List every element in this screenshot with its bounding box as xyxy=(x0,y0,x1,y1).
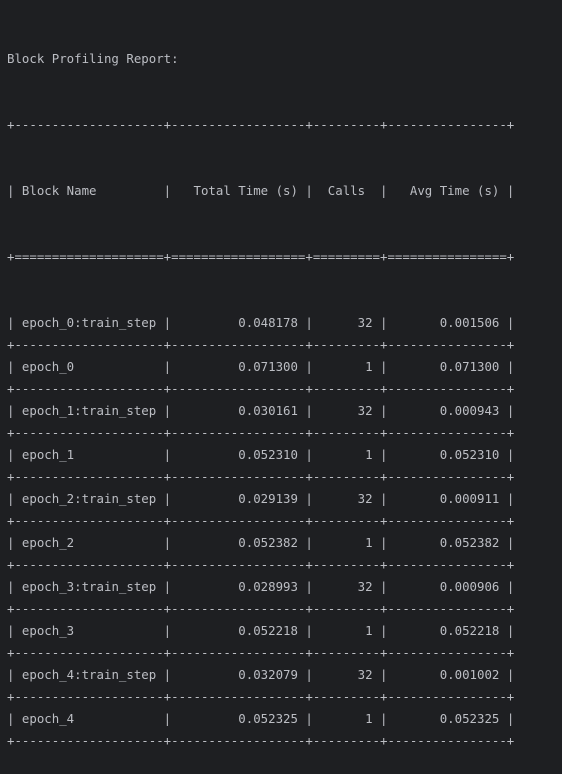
cell-block-name: epoch_2 xyxy=(21,535,75,550)
cell-total-time: 0.052218 xyxy=(238,623,298,638)
table-row: | epoch_2 | 0.052382 | 1 | 0.052382 | xyxy=(7,535,515,550)
cell-total-time: 0.028993 xyxy=(238,579,298,594)
cell-total-time: 0.071300 xyxy=(238,359,298,374)
cell-avg-time: 0.000911 xyxy=(439,491,500,506)
cell-avg-time: 0.052218 xyxy=(439,623,500,638)
table-border-top: +--------------------+------------------… xyxy=(7,117,515,132)
cell-calls: 1 xyxy=(365,711,373,726)
report-title: Block Profiling Report: xyxy=(7,51,179,66)
cell-calls: 1 xyxy=(365,535,373,550)
cell-block-name: epoch_2:train_step xyxy=(21,491,157,506)
table-row-separator: +--------------------+------------------… xyxy=(7,645,515,660)
cell-calls: 32 xyxy=(357,491,373,506)
table-row-separator: +--------------------+------------------… xyxy=(7,425,515,440)
cell-calls: 32 xyxy=(357,579,373,594)
table-row-separator: +--------------------+------------------… xyxy=(7,601,515,616)
header-calls: Calls xyxy=(327,183,366,198)
cell-calls: 1 xyxy=(365,359,373,374)
cell-block-name: epoch_3:train_step xyxy=(21,579,157,594)
cell-block-name: epoch_1:train_step xyxy=(21,403,157,418)
table-row: | epoch_0 | 0.071300 | 1 | 0.071300 | xyxy=(7,359,515,374)
cell-avg-time: 0.000943 xyxy=(439,403,500,418)
table-row: | epoch_4 | 0.052325 | 1 | 0.052325 | xyxy=(7,711,515,726)
terminal-output: Block Profiling Report: +---------------… xyxy=(7,4,562,774)
table-row-separator: +--------------------+------------------… xyxy=(7,469,515,484)
table-row-separator: +--------------------+------------------… xyxy=(7,337,515,352)
table-row-separator: +--------------------+------------------… xyxy=(7,733,515,748)
table-row-separator: +--------------------+------------------… xyxy=(7,689,515,704)
cell-calls: 32 xyxy=(357,403,373,418)
cell-calls: 32 xyxy=(357,315,373,330)
table-row: | epoch_3:train_step | 0.028993 | 32 | 0… xyxy=(7,579,515,594)
table-body: | epoch_0:train_step | 0.048178 | 32 | 0… xyxy=(7,312,562,752)
table-row-separator: +--------------------+------------------… xyxy=(7,513,515,528)
cell-total-time: 0.032079 xyxy=(238,667,298,682)
cell-avg-time: 0.052310 xyxy=(439,447,500,462)
header-avg-time: Avg Time (s) xyxy=(409,183,500,198)
cell-total-time: 0.030161 xyxy=(238,403,298,418)
cell-block-name: epoch_4 xyxy=(21,711,75,726)
cell-block-name: epoch_0 xyxy=(21,359,75,374)
cell-block-name: epoch_0:train_step xyxy=(21,315,157,330)
cell-avg-time: 0.071300 xyxy=(439,359,500,374)
cell-block-name: epoch_4:train_step xyxy=(21,667,157,682)
cell-avg-time: 0.001002 xyxy=(439,667,500,682)
table-row-separator: +--------------------+------------------… xyxy=(7,557,515,572)
cell-total-time: 0.048178 xyxy=(238,315,298,330)
table-row: | epoch_2:train_step | 0.029139 | 32 | 0… xyxy=(7,491,515,506)
cell-block-name: epoch_3 xyxy=(21,623,75,638)
cell-avg-time: 0.052382 xyxy=(439,535,500,550)
table-header-row: | Block Name | Total Time (s) | Calls | … xyxy=(7,183,515,198)
table-row-separator: +--------------------+------------------… xyxy=(7,381,515,396)
cell-total-time: 0.052382 xyxy=(238,535,298,550)
cell-calls: 32 xyxy=(357,667,373,682)
table-row: | epoch_1:train_step | 0.030161 | 32 | 0… xyxy=(7,403,515,418)
cell-total-time: 0.052325 xyxy=(238,711,298,726)
table-row: | epoch_3 | 0.052218 | 1 | 0.052218 | xyxy=(7,623,515,638)
cell-total-time: 0.052310 xyxy=(238,447,298,462)
cell-total-time: 0.029139 xyxy=(238,491,298,506)
cell-avg-time: 0.052325 xyxy=(439,711,500,726)
header-total-time: Total Time (s) xyxy=(193,183,298,198)
cell-block-name: epoch_1 xyxy=(21,447,75,462)
table-row: | epoch_4:train_step | 0.032079 | 32 | 0… xyxy=(7,667,515,682)
cell-avg-time: 0.001506 xyxy=(439,315,500,330)
table-row: | epoch_0:train_step | 0.048178 | 32 | 0… xyxy=(7,315,515,330)
table-row: | epoch_1 | 0.052310 | 1 | 0.052310 | xyxy=(7,447,515,462)
cell-calls: 1 xyxy=(365,623,373,638)
cell-avg-time: 0.000906 xyxy=(439,579,500,594)
table-header-separator: +====================+==================… xyxy=(7,249,515,264)
header-block-name: Block Name xyxy=(21,183,97,198)
cell-calls: 1 xyxy=(365,447,373,462)
